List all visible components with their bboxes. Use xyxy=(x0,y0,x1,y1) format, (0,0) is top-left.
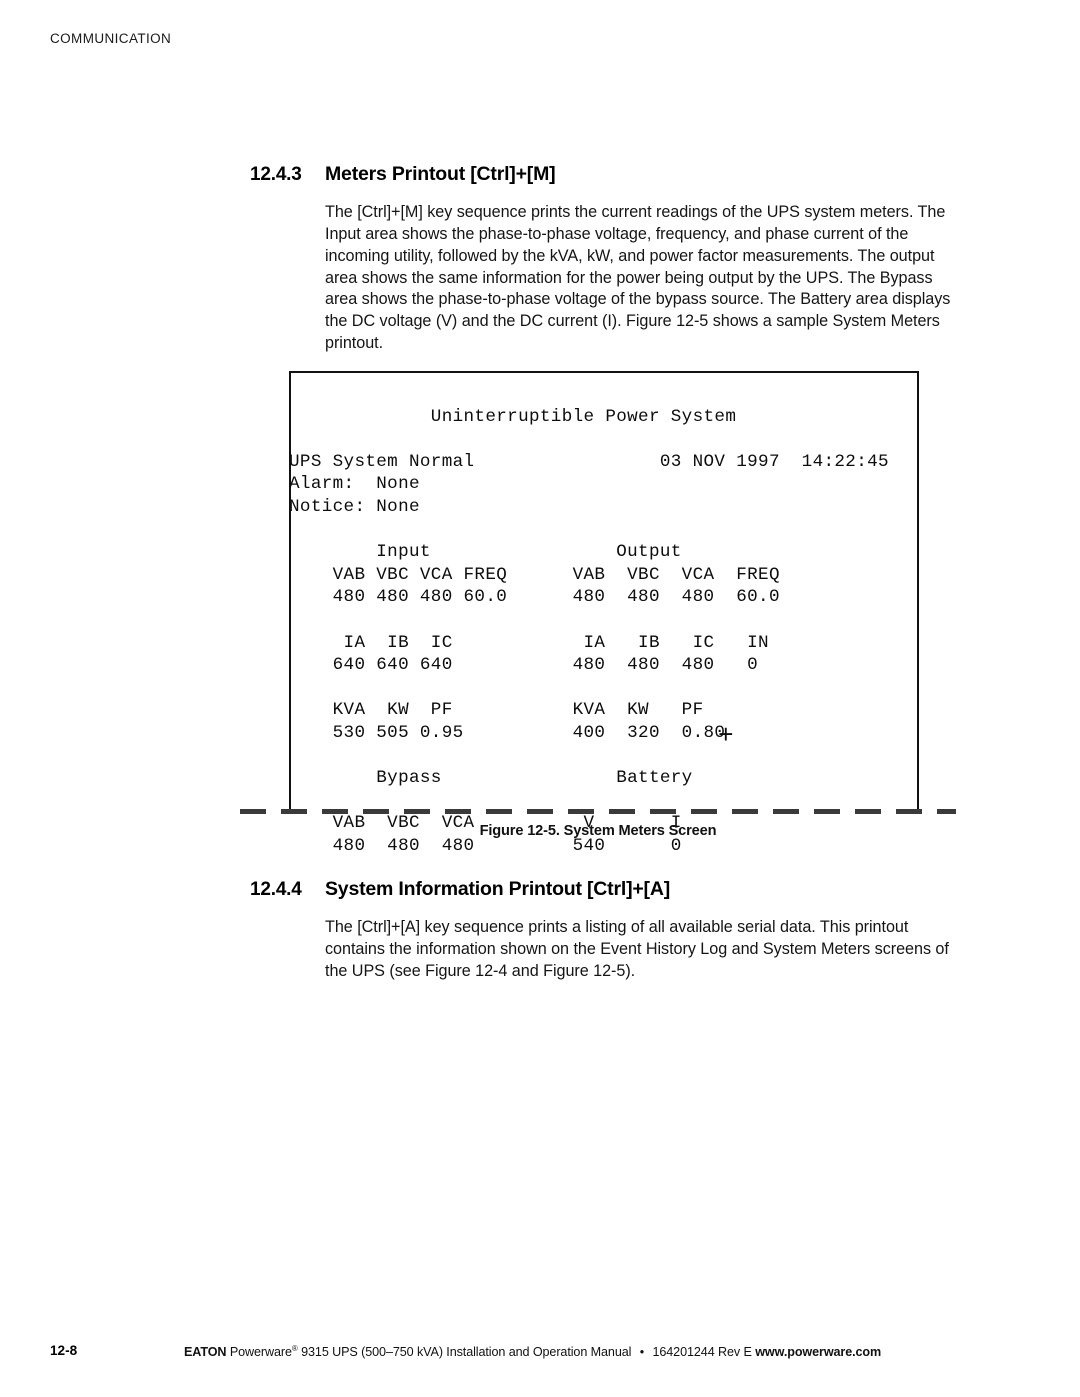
section-system-information-printout: 12.4.4 System Information Printout [Ctrl… xyxy=(250,878,968,999)
section-body-text: The [Ctrl]+[A] key sequence prints a lis… xyxy=(325,918,949,980)
footer-separator-icon: • xyxy=(639,1345,645,1360)
page-footer: 12-8 EATON Powerware® 9315 UPS (500–750 … xyxy=(0,1341,1080,1371)
section-title: Meters Printout [Ctrl]+[M] xyxy=(325,163,556,185)
registered-mark-icon: ® xyxy=(291,1344,298,1353)
section-body-text: The [Ctrl]+[M] key sequence prints the c… xyxy=(325,203,951,352)
footer-description: 9315 UPS (500–750 kVA) Installation and … xyxy=(301,1345,632,1360)
footer-imprint: EATON Powerware® 9315 UPS (500–750 kVA) … xyxy=(184,1344,881,1359)
footer-product: Powerware xyxy=(229,1345,292,1360)
footer-doc-number: 164201244 Rev E xyxy=(652,1345,752,1360)
figure-dashed-rule xyxy=(240,809,956,814)
footer-website: www.powerware.com xyxy=(755,1345,882,1360)
figure-caption: Figure 12-5. System Meters Screen xyxy=(479,823,717,839)
section-heading: 12.4.4 System Information Printout [Ctrl… xyxy=(250,878,968,901)
section-number: 12.4.4 xyxy=(250,879,302,900)
section-meters-printout: 12.4.3 Meters Printout [Ctrl]+[M] The [C… xyxy=(250,163,968,371)
battery-polarity-plus-icon: + xyxy=(718,721,734,751)
footer-brand: EATON xyxy=(184,1345,227,1360)
section-title: System Information Printout [Ctrl]+[A] xyxy=(325,878,671,900)
terminal-screen-text: Uninterruptible Power System UPS System … xyxy=(289,406,889,856)
page-number: 12-8 xyxy=(50,1343,78,1358)
section-number: 12.4.3 xyxy=(250,164,302,185)
section-heading: 12.4.3 Meters Printout [Ctrl]+[M] xyxy=(250,163,968,186)
running-head: COMMUNICATION xyxy=(50,31,172,46)
